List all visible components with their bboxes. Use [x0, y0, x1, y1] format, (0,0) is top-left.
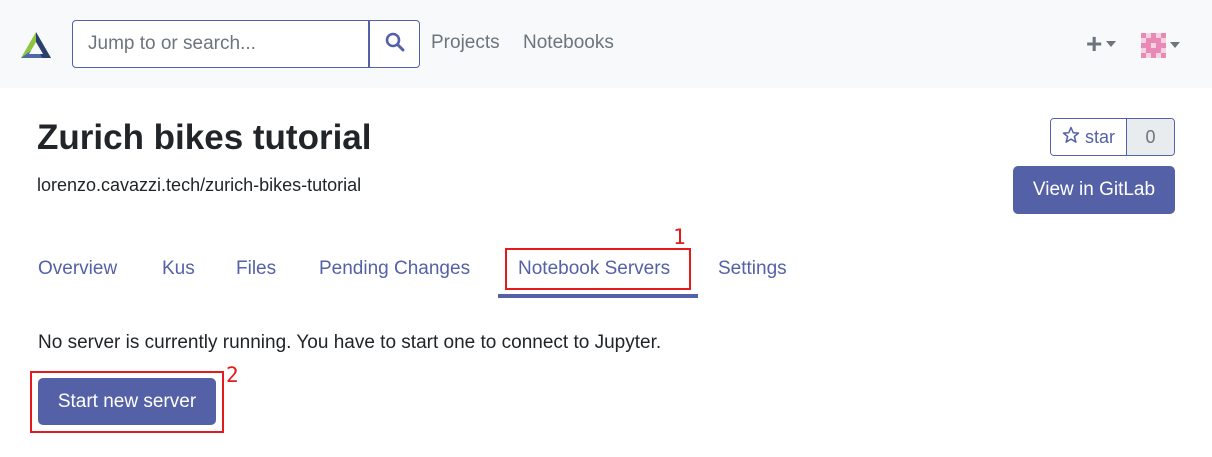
tab-kus[interactable]: Kus [162, 258, 195, 280]
project-title: Zurich bikes tutorial [37, 118, 372, 157]
annotation-label-1: 1 [673, 225, 686, 249]
renku-logo-icon[interactable] [20, 31, 52, 61]
nav-projects-link[interactable]: Projects [431, 32, 500, 54]
star-count: 0 [1126, 119, 1174, 155]
search-button[interactable] [369, 20, 420, 68]
tab-pending-changes[interactable]: Pending Changes [319, 258, 470, 280]
star-button[interactable]: star [1051, 119, 1126, 155]
top-navbar: Projects Notebooks + [0, 0, 1212, 88]
no-server-message: No server is currently running. You have… [38, 332, 662, 353]
star-icon [1062, 126, 1085, 149]
search-icon [385, 32, 405, 57]
annotation-box-1 [505, 248, 691, 290]
new-item-dropdown[interactable]: + [1086, 30, 1126, 58]
tab-overview[interactable]: Overview [38, 258, 117, 280]
search-bar [72, 20, 420, 68]
search-input[interactable] [72, 20, 369, 68]
user-avatar-icon [1141, 32, 1166, 58]
active-tab-indicator [498, 294, 698, 298]
plus-icon: + [1086, 28, 1103, 59]
annotation-box-2 [30, 371, 224, 433]
chevron-down-icon [1106, 41, 1117, 47]
star-widget: star 0 [1050, 118, 1175, 156]
user-menu-dropdown[interactable] [1141, 31, 1185, 59]
nav-notebooks-link[interactable]: Notebooks [523, 32, 614, 54]
tab-files[interactable]: Files [236, 258, 276, 280]
annotation-label-2: 2 [226, 363, 239, 387]
star-label: star [1084, 126, 1115, 147]
chevron-down-icon [1170, 42, 1180, 48]
tab-settings[interactable]: Settings [718, 258, 787, 280]
view-in-gitlab-button[interactable]: View in GitLab [1013, 166, 1175, 214]
project-path: lorenzo.cavazzi.tech/zurich-bikes-tutori… [37, 175, 362, 195]
